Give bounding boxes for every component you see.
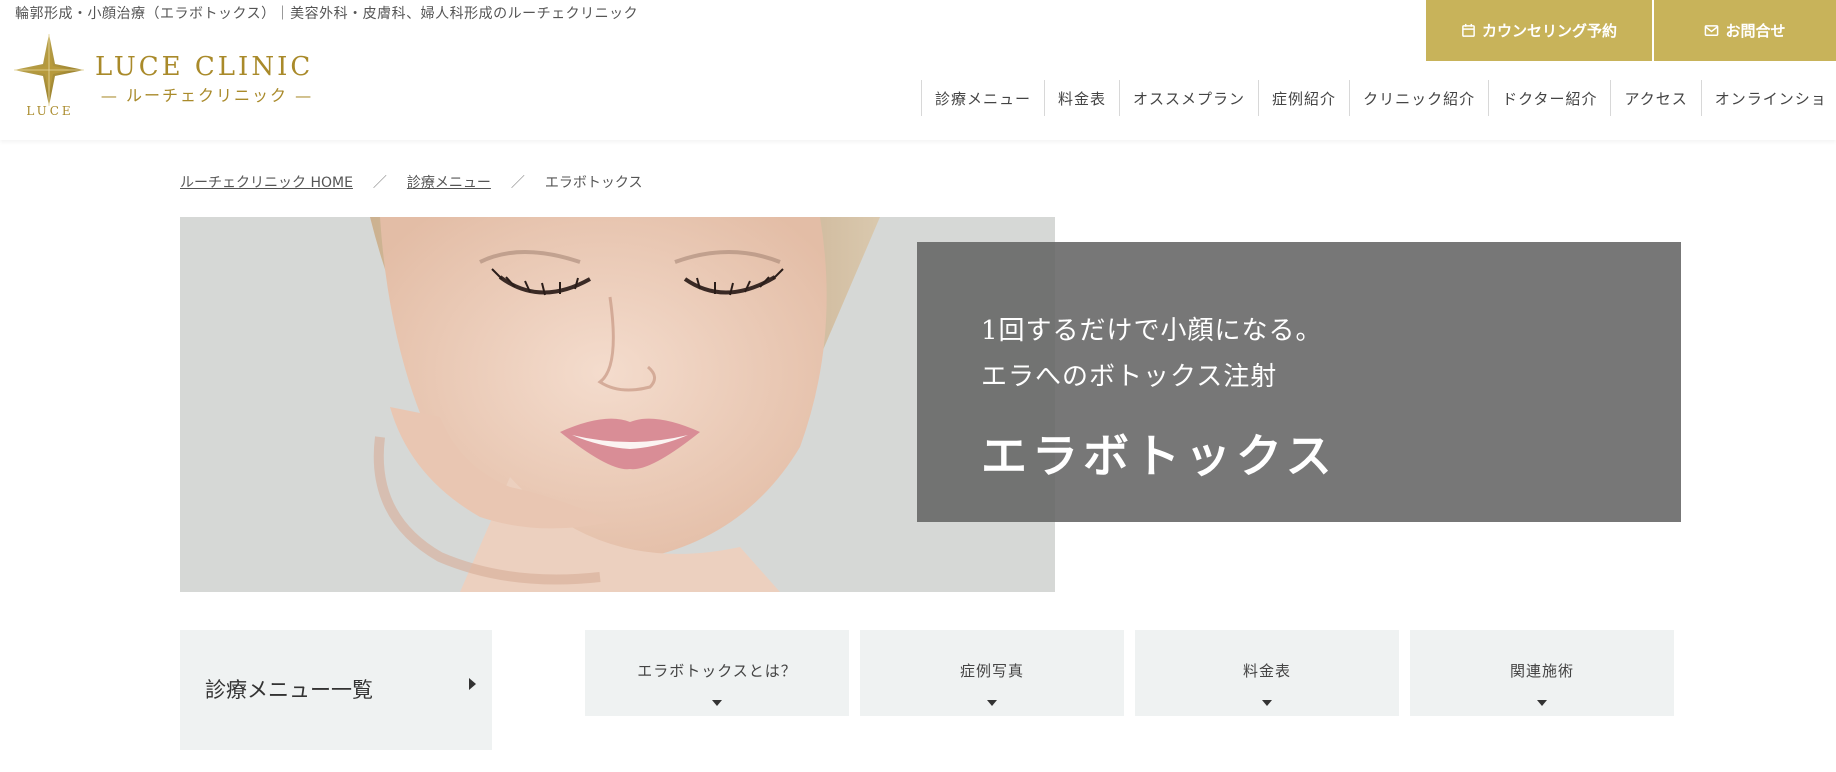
anchor-tab-about[interactable]: エラボトックスとは？ bbox=[585, 630, 849, 716]
anchor-tab-price[interactable]: 料金表 bbox=[1135, 630, 1399, 716]
site-tagline: 輪郭形成・小顔治療（エラボトックス）｜美容外科・皮膚科、婦人科形成のルーチェクリ… bbox=[15, 6, 639, 22]
anchor-tab-label: 関連施術 bbox=[1509, 662, 1574, 680]
logo-mark-text: LUCE bbox=[26, 104, 74, 118]
breadcrumb-separator: ／ bbox=[510, 175, 525, 191]
logo-name: LUCE CLINIC bbox=[95, 52, 314, 82]
hero-title: エラボトックス bbox=[981, 429, 1337, 483]
site-header: 輪郭形成・小顔治療（エラボトックス）｜美容外科・皮膚科、婦人科形成のルーチェクリ… bbox=[0, 0, 1836, 140]
calendar-icon bbox=[1462, 23, 1475, 37]
hero-lead: 1回するだけで小顔になる。 エラへのボトックス注射 bbox=[981, 308, 1323, 400]
menu-list-button[interactable]: 診療メニュー一覧 bbox=[180, 630, 492, 750]
caret-down-icon bbox=[987, 700, 997, 706]
counseling-reservation-button[interactable]: カウンセリング予約 bbox=[1426, 0, 1652, 61]
anchor-tab-label: 症例写真 bbox=[959, 662, 1024, 680]
anchor-tab-related[interactable]: 関連施術 bbox=[1410, 630, 1674, 716]
hero-lead-line1: 1回するだけで小顔になる。 bbox=[981, 316, 1323, 346]
caret-down-icon bbox=[1262, 700, 1272, 706]
nav-item-access[interactable]: アクセス bbox=[1610, 80, 1700, 116]
contact-button-label: お問合せ bbox=[1725, 22, 1786, 40]
anchor-tab-label: エラボトックスとは？ bbox=[637, 662, 797, 680]
caret-right-icon bbox=[469, 678, 476, 690]
hero-lead-line2: エラへのボトックス注射 bbox=[981, 362, 1278, 392]
contact-button[interactable]: お問合せ bbox=[1654, 0, 1836, 61]
logo-subtitle: — ルーチェクリニック — bbox=[100, 86, 314, 105]
counseling-button-label: カウンセリング予約 bbox=[1481, 22, 1617, 40]
breadcrumb-current: エラボトックス bbox=[544, 175, 643, 191]
nav-item-recommended-plan[interactable]: オススメプラン bbox=[1119, 80, 1258, 116]
site-logo[interactable]: LUCE LUCE CLINIC — ルーチェクリニック — bbox=[14, 34, 314, 120]
global-nav: 診療メニュー 料金表 オススメプラン 症例紹介 クリニック紹介 ドクター紹介 ア… bbox=[921, 80, 1836, 116]
nav-item-cases[interactable]: 症例紹介 bbox=[1258, 80, 1349, 116]
nav-item-clinic[interactable]: クリニック紹介 bbox=[1349, 80, 1488, 116]
hero-caption-box: 1回するだけで小顔になる。 エラへのボトックス注射 エラボトックス bbox=[917, 242, 1681, 522]
anchor-tab-label: 料金表 bbox=[1242, 662, 1291, 680]
nav-item-price[interactable]: 料金表 bbox=[1044, 80, 1119, 116]
anchor-tab-cases[interactable]: 症例写真 bbox=[860, 630, 1124, 716]
envelope-icon bbox=[1705, 25, 1719, 36]
nav-item-doctor[interactable]: ドクター紹介 bbox=[1488, 80, 1610, 116]
logo-star-icon bbox=[14, 34, 84, 106]
menu-list-label: 診療メニュー一覧 bbox=[205, 678, 373, 702]
breadcrumb-menu-link[interactable]: 診療メニュー bbox=[407, 172, 491, 192]
caret-down-icon bbox=[712, 700, 722, 706]
breadcrumb-separator: ／ bbox=[372, 175, 387, 191]
nav-item-online-shop[interactable]: オンラインショ bbox=[1700, 80, 1836, 116]
breadcrumb: ルーチェクリニック HOME ／ 診療メニュー ／ エラボトックス bbox=[180, 172, 643, 192]
breadcrumb-home-link[interactable]: ルーチェクリニック HOME bbox=[180, 172, 353, 192]
nav-item-menu[interactable]: 診療メニュー bbox=[921, 80, 1044, 116]
caret-down-icon bbox=[1537, 700, 1547, 706]
